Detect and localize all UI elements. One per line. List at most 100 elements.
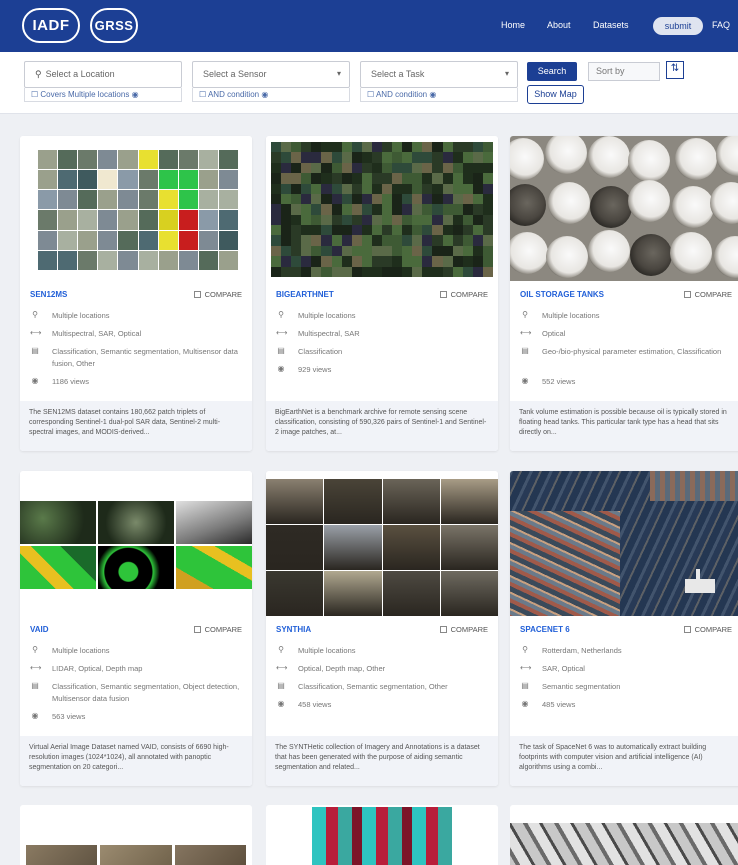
dataset-title[interactable]: SEN12MS (30, 290, 67, 299)
location-pin-icon: ⚲ (278, 645, 284, 654)
nav-home-link[interactable]: Home (501, 20, 525, 30)
sort-order-icon[interactable]: ⇅ (666, 61, 684, 79)
compare-checkbox[interactable]: COMPARE (193, 625, 242, 634)
nav-datasets-link[interactable]: Datasets (593, 20, 629, 30)
dataset-card-partial[interactable] (266, 805, 498, 865)
task-text: Classification, Semantic segmentation, O… (298, 682, 448, 691)
info-icon: ◉ (261, 90, 269, 99)
nav-faq-link[interactable]: FAQ (712, 20, 730, 30)
grss-logo[interactable]: GRSS (90, 8, 138, 43)
info-icon: ◉ (131, 90, 139, 99)
dataset-card-partial[interactable] (20, 805, 252, 865)
eye-icon: ◉ (31, 711, 39, 720)
dataset-card[interactable]: SPACENET 6 COMPARE ⚲ Rotterdam, Netherla… (510, 471, 738, 786)
nav-about-link[interactable]: About (547, 20, 571, 30)
location-pin-icon: ⚲ (522, 645, 528, 654)
dataset-card[interactable]: SYNTHIA COMPARE ⚲ Multiple locations ⟷ O… (266, 471, 498, 786)
sensor-text: SAR, Optical (542, 664, 585, 673)
location-pin-icon: ⚲ (35, 69, 42, 79)
task-text: Classification (298, 347, 343, 356)
dataset-description: Virtual Aerial Image Dataset named VAID,… (20, 736, 252, 786)
sort-by-select[interactable]: Sort by (588, 62, 660, 81)
sensor-and-checkbox[interactable]: ☐ AND condition ◉ (192, 88, 350, 102)
sensor-text: Multispectral, SAR (298, 329, 360, 338)
multiple-locations-checkbox[interactable]: ☐ Covers Multiple locations ◉ (24, 88, 182, 102)
eye-icon: ◉ (521, 376, 529, 385)
location-text: Multiple locations (298, 311, 356, 320)
compare-checkbox[interactable]: COMPARE (439, 625, 488, 634)
compare-checkbox[interactable]: COMPARE (439, 290, 488, 299)
multiple-locations-label: Covers Multiple locations (40, 90, 130, 99)
satellite-icon: ⟷ (520, 663, 532, 672)
dataset-card[interactable]: VAID COMPARE ⚲ Multiple locations ⟷ LIDA… (20, 471, 252, 786)
iadf-logo[interactable]: IADF (22, 8, 80, 43)
clipboard-icon: ▤ (31, 346, 39, 355)
checkbox-icon (683, 291, 691, 298)
eye-icon: ◉ (31, 376, 39, 385)
location-text: Multiple locations (542, 311, 600, 320)
dataset-thumbnail[interactable] (266, 471, 498, 616)
satellite-icon: ⟷ (276, 328, 288, 337)
task-text: Classification, Semantic segmentation, O… (52, 682, 240, 703)
dataset-description: Tank volume estimation is possible becau… (510, 401, 738, 451)
info-icon: ◉ (429, 90, 437, 99)
checkbox-icon (439, 626, 447, 633)
sensor-select[interactable]: Select a Sensor ▾ (192, 61, 350, 88)
dataset-thumbnail (312, 807, 452, 865)
dataset-card-partial[interactable] (510, 805, 738, 865)
location-select[interactable]: ⚲ Select a Location (24, 61, 182, 88)
dataset-title[interactable]: SYNTHIA (276, 625, 311, 634)
dataset-title[interactable]: SPACENET 6 (520, 625, 570, 634)
checkbox-icon: ☐ (31, 90, 39, 99)
show-map-button[interactable]: Show Map (527, 85, 584, 104)
search-button[interactable]: Search (527, 62, 577, 81)
compare-label: COMPARE (204, 625, 242, 634)
location-placeholder: Select a Location (45, 69, 115, 79)
eye-icon: ◉ (277, 364, 285, 373)
location-text: Multiple locations (298, 646, 356, 655)
dataset-card[interactable]: BIGEARTHNET COMPARE ⚲ Multiple locations… (266, 136, 498, 451)
checkbox-icon (193, 291, 201, 298)
sensor-text: Optical, Depth map, Other (298, 664, 386, 673)
dataset-card[interactable]: SEN12MS COMPARE ⚲ Multiple locations ⟷ M… (20, 136, 252, 451)
dataset-thumbnail[interactable] (510, 471, 738, 616)
eye-icon: ◉ (277, 699, 285, 708)
sensor-placeholder: Select a Sensor (203, 69, 267, 79)
compare-checkbox[interactable]: COMPARE (683, 625, 732, 634)
dataset-thumbnail[interactable] (266, 136, 498, 281)
views-text: 485 views (542, 700, 576, 709)
chevron-down-icon: ▾ (336, 69, 341, 78)
clipboard-icon: ▤ (521, 346, 529, 355)
task-text: Classification, Semantic segmentation, M… (52, 347, 238, 368)
compare-checkbox[interactable]: COMPARE (193, 290, 242, 299)
task-placeholder: Select a Task (371, 69, 425, 79)
task-and-checkbox[interactable]: ☐ AND condition ◉ (360, 88, 518, 102)
clipboard-icon: ▤ (277, 681, 285, 690)
views-text: 458 views (298, 700, 332, 709)
location-pin-icon: ⚲ (278, 310, 284, 319)
clipboard-icon: ▤ (31, 681, 39, 690)
checkbox-icon: ☐ (367, 90, 375, 99)
views-text: 563 views (52, 712, 86, 721)
dataset-thumbnail[interactable] (20, 136, 252, 281)
checkbox-icon (683, 626, 691, 633)
dataset-title[interactable]: OIL STORAGE TANKS (520, 290, 604, 299)
dataset-description: BigEarthNet is a benchmark archive for r… (266, 401, 498, 451)
dataset-title[interactable]: VAID (30, 625, 49, 634)
dataset-title[interactable]: BIGEARTHNET (276, 290, 334, 299)
chevron-down-icon: ▾ (504, 69, 509, 78)
location-text: Multiple locations (52, 311, 110, 320)
sensor-text: Optical (542, 329, 566, 338)
checkbox-icon (439, 291, 447, 298)
dataset-thumbnail[interactable] (20, 471, 252, 616)
sensor-text: Multispectral, SAR, Optical (52, 329, 142, 338)
clipboard-icon: ▤ (277, 346, 285, 355)
location-text: Multiple locations (52, 646, 110, 655)
compare-checkbox[interactable]: COMPARE (683, 290, 732, 299)
dataset-thumbnail[interactable] (510, 136, 738, 281)
dataset-description: The task of SpaceNet 6 was to automatica… (510, 736, 738, 786)
task-select[interactable]: Select a Task ▾ (360, 61, 518, 88)
dataset-description: The SYNTHetic collection of Imagery and … (266, 736, 498, 786)
dataset-card[interactable]: OIL STORAGE TANKS COMPARE ⚲ Multiple loc… (510, 136, 738, 451)
submit-button[interactable]: submit (653, 17, 703, 35)
